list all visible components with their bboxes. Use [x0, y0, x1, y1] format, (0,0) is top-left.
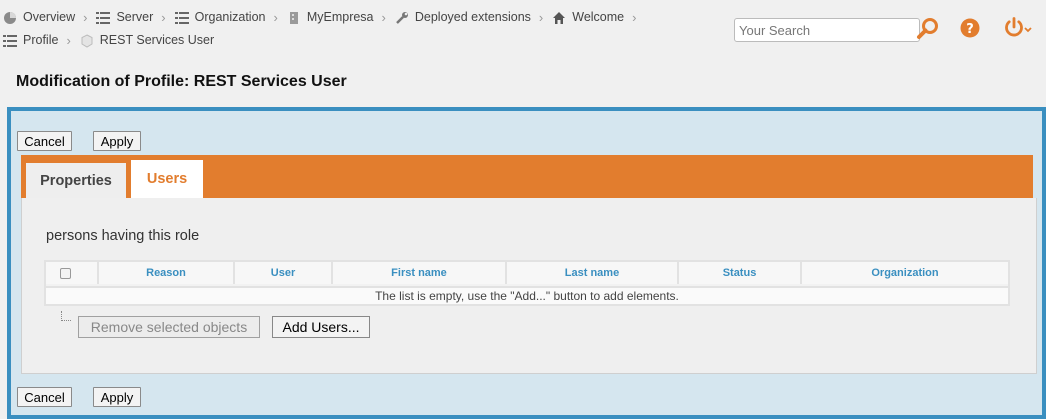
tab-users[interactable]: Users	[131, 160, 203, 198]
users-panel: persons having this role Reason User Fir…	[21, 198, 1037, 374]
breadcrumb-line-2: Profile › REST Services User	[3, 29, 703, 52]
chevron-right-icon: ›	[273, 10, 278, 25]
tab-bar: Properties Users	[21, 155, 1033, 198]
chevron-right-icon: ›	[538, 10, 544, 25]
breadcrumb-item-profile[interactable]: Profile	[3, 31, 58, 50]
breadcrumb-label: Deployed extensions	[414, 10, 531, 24]
column-header-user[interactable]: User	[235, 262, 333, 284]
pie-chart-icon	[3, 11, 17, 25]
breadcrumb-item-organization[interactable]: Organization	[174, 8, 266, 27]
breadcrumb-item-server[interactable]: Server	[96, 8, 153, 27]
select-all-checkbox[interactable]	[60, 267, 71, 279]
help-icon[interactable]: ?	[960, 18, 980, 38]
column-header-first-name[interactable]: First name	[333, 262, 507, 284]
breadcrumb-line-1: Overview › Server › Organization › MyEmp…	[3, 6, 703, 29]
breadcrumb-label: Overview	[23, 10, 76, 24]
home-icon	[552, 11, 566, 25]
search-icon[interactable]	[915, 16, 941, 42]
table-header: Reason User First name Last name Status …	[46, 262, 1008, 284]
breadcrumb-label: MyEmpresa	[306, 10, 374, 24]
chevron-right-icon: ›	[83, 10, 88, 25]
breadcrumb-item-welcome[interactable]: Welcome	[552, 8, 624, 27]
building-icon	[287, 11, 301, 25]
list-icon	[3, 34, 17, 48]
breadcrumb-label: Welcome	[572, 10, 625, 24]
list-icon	[96, 11, 111, 25]
tab-properties[interactable]: Properties	[23, 160, 129, 198]
profile-icon	[80, 33, 94, 48]
search-input[interactable]	[734, 18, 920, 42]
svg-text:?: ?	[966, 22, 974, 37]
section-label: persons having this role	[46, 228, 200, 244]
breadcrumb-label: Organization	[194, 10, 266, 24]
cancel-button-top[interactable]: Cancel	[17, 131, 72, 151]
list-icon	[174, 11, 189, 25]
select-all-cell	[46, 262, 99, 284]
column-header-organization[interactable]: Organization	[802, 262, 1008, 284]
chevron-right-icon: ›	[632, 10, 637, 25]
wrench-icon	[395, 11, 409, 25]
breadcrumb-item-myempresa[interactable]: MyEmpresa	[287, 8, 374, 27]
apply-button-top[interactable]: Apply	[93, 131, 141, 151]
tree-connector	[61, 311, 71, 321]
chevron-right-icon: ›	[161, 10, 166, 25]
breadcrumb-item-rest-services-user: REST Services User	[80, 31, 214, 50]
column-header-reason[interactable]: Reason	[99, 262, 235, 284]
column-header-last-name[interactable]: Last name	[507, 262, 679, 284]
apply-button-bottom[interactable]: Apply	[93, 387, 141, 407]
remove-selected-button[interactable]: Remove selected objects	[78, 316, 260, 338]
breadcrumb-item-overview[interactable]: Overview	[3, 8, 75, 27]
breadcrumb: Overview › Server › Organization › MyEmp…	[3, 6, 703, 52]
cancel-button-bottom[interactable]: Cancel	[17, 387, 72, 407]
page-title: Modification of Profile: REST Services U…	[16, 73, 347, 90]
empty-list-message: The list is empty, use the "Add..." butt…	[46, 286, 1008, 304]
breadcrumb-label: Server	[116, 10, 154, 24]
breadcrumb-label: REST Services User	[99, 33, 215, 47]
breadcrumb-label: Profile	[23, 33, 59, 47]
users-table: Reason User First name Last name Status …	[44, 260, 1010, 306]
add-users-button[interactable]: Add Users...	[272, 316, 370, 338]
chevron-right-icon: ›	[381, 10, 386, 25]
column-header-status[interactable]: Status	[679, 262, 802, 284]
breadcrumb-item-deployed-extensions[interactable]: Deployed extensions	[395, 8, 531, 27]
power-icon[interactable]	[1004, 17, 1034, 39]
chevron-right-icon: ›	[66, 33, 71, 48]
